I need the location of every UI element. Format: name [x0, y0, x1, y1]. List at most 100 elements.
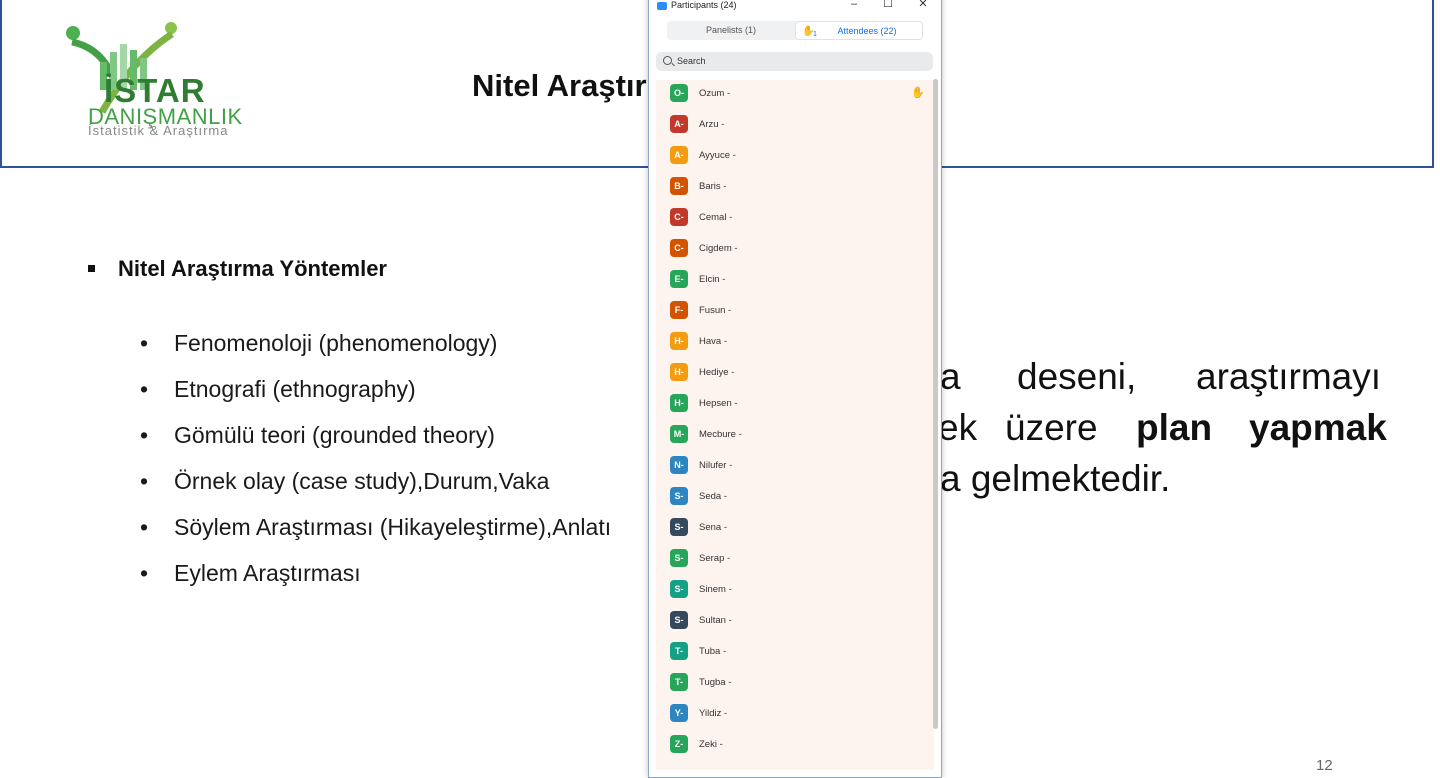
participant-name: Hava - — [699, 336, 727, 347]
participant-row[interactable]: H- Hava - — [656, 328, 934, 359]
participant-list-scrollbar[interactable] — [933, 79, 938, 729]
participant-row[interactable]: A- Ayyuce - — [656, 142, 934, 173]
participant-name: Tuba - — [699, 646, 727, 657]
search-placeholder: Search — [677, 56, 706, 66]
participant-avatar: M- — [670, 425, 688, 443]
participant-row[interactable]: S- Serap - — [656, 545, 934, 576]
bullet-dot-icon: • — [140, 422, 149, 448]
participant-list: O- Ozum - ✋ A- Arzu - A- Ayyuce - B- Baris - C- Ce… — [656, 80, 934, 770]
participant-row[interactable]: Y- Yildiz - — [656, 700, 934, 731]
bullet-list: • Fenomenoloji (phenomenology) • Etnografi… — [140, 328, 611, 604]
body-text-word: a — [940, 356, 961, 397]
logo-tagline: İstatistik & Araştırma — [88, 123, 229, 138]
body-text-bold: yapmak — [1249, 407, 1387, 448]
participant-name: Tugba - — [699, 677, 732, 688]
bullet-item: • Etnografi (ethnography) — [140, 376, 416, 402]
bullet-item: • Örnek olay (case study),Durum,Vaka — [140, 468, 550, 494]
participant-name: Arzu - — [699, 119, 725, 130]
participant-name: Sultan - — [699, 615, 732, 626]
participant-tabs: Panelists (1) ✋ 1 Attendees (22) — [667, 21, 923, 40]
participant-avatar: H- — [670, 332, 688, 350]
participant-row[interactable]: B- Baris - — [656, 173, 934, 204]
tab-attendees[interactable]: ✋ 1 Attendees (22) — [795, 21, 923, 40]
participant-name: Ayyuce - — [699, 150, 736, 161]
participant-row[interactable]: O- Ozum - ✋ — [656, 80, 934, 111]
participant-row[interactable]: T- Tuba - — [656, 638, 934, 669]
participant-name: Zeki - — [699, 739, 723, 750]
participant-avatar: S- — [670, 580, 688, 598]
bullet-dot-icon: • — [140, 560, 149, 586]
participant-avatar: S- — [670, 518, 688, 536]
window-title: Participants (24) — [671, 0, 737, 10]
participant-row[interactable]: C- Cigdem - — [656, 235, 934, 266]
participant-row[interactable]: T- Tugba - — [656, 669, 934, 700]
tab-panelists[interactable]: Panelists (1) — [667, 21, 795, 40]
participant-name: Ozum - — [699, 88, 731, 99]
minimize-button[interactable]: – — [847, 0, 861, 11]
maximize-button[interactable]: ☐ — [881, 0, 895, 11]
body-text-word: araştırmayı — [1196, 356, 1382, 397]
participant-row[interactable]: H- Hediye - — [656, 359, 934, 390]
participant-row[interactable]: S- Sena - — [656, 514, 934, 545]
participant-name: Cemal - — [699, 212, 733, 223]
participant-row[interactable]: C- Cemal - — [656, 204, 934, 235]
participant-name: Sena - — [699, 522, 727, 533]
close-button[interactable]: ✕ — [916, 0, 930, 11]
participant-name: Fusun - — [699, 305, 732, 316]
bullet-item: • Gömülü teori (grounded theory) — [140, 422, 495, 448]
participant-avatar: H- — [670, 394, 688, 412]
participant-avatar: A- — [670, 115, 688, 133]
body-text-line: a gelmektedir. — [940, 458, 1171, 499]
bullet-item: • Söylem Araştırması (Hikayeleştirme),Anl… — [140, 514, 612, 540]
bullet-dot-icon: • — [140, 468, 149, 494]
search-icon — [663, 56, 672, 65]
raised-hand-icon: ✋ — [911, 87, 925, 99]
page-number: 12 — [1316, 757, 1333, 774]
body-text-word: ek — [938, 407, 978, 448]
bullet-dot-icon: • — [140, 330, 149, 356]
participant-row[interactable]: S- Seda - — [656, 483, 934, 514]
participant-row[interactable]: E- Elcin - — [656, 266, 934, 297]
participant-row[interactable]: S- Sinem - — [656, 576, 934, 607]
participant-row[interactable]: M- Mecbure - — [656, 421, 934, 452]
participant-name: Hepsen - — [699, 398, 738, 409]
participant-row[interactable]: Z- Zeki - — [656, 731, 934, 762]
participant-avatar: Z- — [670, 735, 688, 753]
participant-avatar: T- — [670, 642, 688, 660]
participant-avatar: O- — [670, 84, 688, 102]
participant-name: Sinem - — [699, 584, 732, 595]
participant-name: Mecbure - — [699, 429, 742, 440]
bullet-item: • Eylem Araştırması — [140, 560, 361, 586]
bullet-dot-icon: • — [140, 376, 149, 402]
participant-row[interactable]: F- Fusun - — [656, 297, 934, 328]
participant-row[interactable]: S- Sultan - — [656, 607, 934, 638]
participant-row[interactable]: H- Hepsen - — [656, 390, 934, 421]
square-bullet-icon — [88, 264, 95, 272]
participant-avatar: N- — [670, 456, 688, 474]
participant-row[interactable]: N- Nilufer - — [656, 452, 934, 483]
participant-name: Cigdem - — [699, 243, 738, 254]
participant-avatar: E- — [670, 270, 688, 288]
participant-name: Yildiz - — [699, 708, 728, 719]
participant-avatar: T- — [670, 673, 688, 691]
search-input[interactable]: Search — [656, 52, 933, 71]
participant-name: Hediye - — [699, 367, 735, 378]
participant-avatar: A- — [670, 146, 688, 164]
participant-name: Nilufer - — [699, 460, 733, 471]
body-text-bold: plan — [1136, 407, 1213, 448]
participant-avatar: F- — [670, 301, 688, 319]
participant-avatar: H- — [670, 363, 688, 381]
window-titlebar[interactable]: Participants (24) – ☐ ✕ — [649, 0, 941, 15]
hand-count: 1 — [813, 31, 817, 38]
zoom-app-icon — [657, 2, 667, 10]
participant-avatar: S- — [670, 487, 688, 505]
participant-name: Seda - — [699, 491, 727, 502]
bullet-item: • Fenomenoloji (phenomenology) — [140, 330, 498, 356]
participant-avatar: Y- — [670, 704, 688, 722]
participant-name: Baris - — [699, 181, 727, 192]
participant-avatar: C- — [670, 208, 688, 226]
body-text-word: üzere — [1005, 407, 1098, 448]
bullet-dot-icon: • — [140, 514, 149, 540]
participants-window: Participants (24) – ☐ ✕ Panelists (1) ✋ 1… — [648, 0, 942, 778]
participant-row[interactable]: A- Arzu - — [656, 111, 934, 142]
